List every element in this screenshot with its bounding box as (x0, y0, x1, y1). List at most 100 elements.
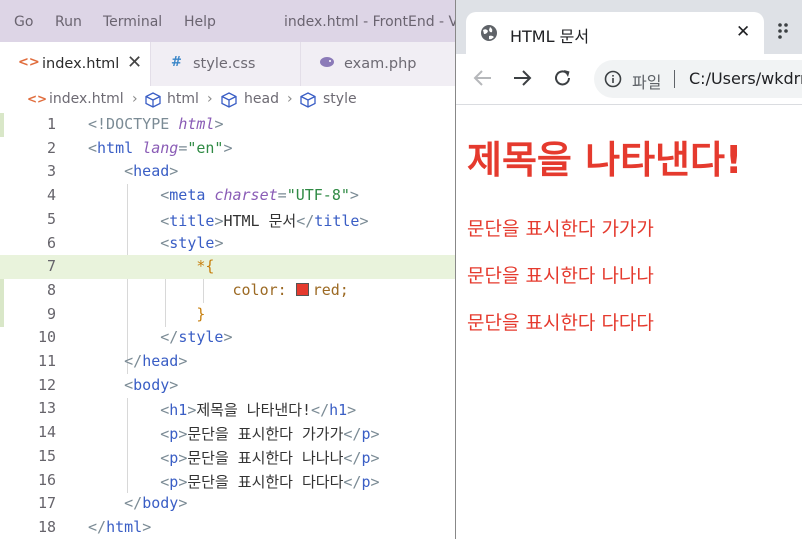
code-token: p (361, 448, 371, 467)
code-token: p (169, 425, 179, 444)
code-token: head (133, 162, 170, 181)
breadcrumb-item-style[interactable]: style (323, 91, 357, 107)
globe-icon (480, 24, 498, 46)
line-number: 2 (46, 138, 56, 157)
breadcrumb-item-head[interactable]: head (244, 91, 279, 107)
color-swatch[interactable] (295, 282, 309, 296)
tab-label: index.html (42, 56, 120, 72)
code-token: h1 (169, 401, 188, 420)
code-token: 문단을 표시한다 가가가 (187, 425, 344, 444)
menu-terminal[interactable]: Terminal (103, 14, 162, 30)
code-token: body (142, 494, 179, 513)
code-token: style (169, 233, 215, 252)
code-line: 14 <p>문단을 표시한다 가가가</p> (0, 421, 455, 445)
code-token: html (178, 115, 215, 133)
page-heading: 제목을 나타낸다! (467, 138, 743, 182)
code-token: style (178, 328, 224, 347)
line-number: 9 (46, 304, 56, 323)
css-file-icon: # (171, 55, 182, 70)
browser-tab[interactable]: HTML 문서 ✕ (466, 12, 764, 54)
code-token: p (361, 425, 371, 444)
menu-go[interactable]: Go (14, 14, 33, 30)
line-number: 14 (37, 423, 56, 442)
address-divider (674, 70, 675, 88)
code-line: 15 <p>문단을 표시한다 나나나</p> (0, 445, 455, 469)
address-bar[interactable]: 파일 C:/Users/wkdrr (594, 60, 802, 98)
browser-toolbar: 파일 C:/Users/wkdrr (456, 54, 802, 105)
code-line: 17 </body> (0, 492, 455, 516)
breadcrumb-item-file[interactable]: index.html (49, 91, 124, 107)
html-file-icon: <> (18, 55, 40, 70)
line-number: 11 (37, 352, 56, 370)
code-line: 2 <html lang="en"> (0, 137, 455, 161)
code-token: html (106, 517, 143, 536)
code-line: 16 <p>문단을 표시한다 다다다</p> (0, 469, 455, 493)
code-line: 9 } (0, 303, 455, 327)
code-token: html (97, 138, 134, 157)
code-line-current: 7 *{ (0, 255, 455, 279)
reload-icon[interactable] (553, 68, 573, 92)
menu-run[interactable]: Run (55, 14, 82, 30)
forward-arrow-icon[interactable] (512, 68, 532, 92)
browser-window: HTML 문서 ✕ 파일 C:/Users/wkdrr 제목을 나타낸다! 문단… (455, 0, 802, 539)
code-line: 10 </style> (0, 326, 455, 350)
code-area[interactable]: 1 <!DOCTYPE html> 2 <html lang="en"> 3 <he… (0, 113, 455, 539)
code-token: title (314, 211, 360, 230)
close-icon[interactable]: ✕ (127, 52, 142, 73)
menu-help[interactable]: Help (184, 14, 216, 30)
code-token: red; (312, 280, 349, 299)
code-token: 문단을 표시한다 다다다 (187, 472, 344, 491)
code-token: meta (169, 186, 206, 205)
breadcrumb-item-html[interactable]: html (167, 91, 199, 107)
code-token: p (169, 472, 179, 491)
tab-search-icon[interactable] (778, 22, 788, 44)
code-token: "en" (187, 138, 224, 157)
line-number: 1 (46, 115, 56, 133)
code-editor[interactable]: Go Run Terminal Help index.html - FrontE… (0, 0, 455, 539)
page-paragraph: 문단을 표시한다 다다다 (467, 312, 654, 334)
line-number: 7 (46, 257, 56, 276)
code-token: p (361, 472, 371, 491)
code-line: 3 <head> (0, 160, 455, 184)
menu-bar: Go Run Terminal Help index.html - FrontE… (0, 0, 455, 42)
tab-style-css[interactable]: # style.css (150, 42, 301, 86)
line-number: 8 (46, 280, 56, 299)
code-token: title (169, 211, 215, 230)
back-arrow-icon[interactable] (473, 68, 493, 92)
line-number: 16 (37, 470, 56, 489)
code-token: "UTF-8" (286, 186, 350, 205)
code-line: 13 <h1>제목을 나타낸다!</h1> (0, 397, 455, 421)
code-token: p (169, 448, 179, 467)
cube-icon (145, 92, 161, 112)
code-token: color: (232, 280, 287, 299)
browser-tab-title: HTML 문서 (510, 27, 590, 46)
code-line: 12 <body> (0, 374, 455, 398)
address-url[interactable]: C:/Users/wkdrr (689, 69, 802, 88)
tab-label: style.css (193, 56, 256, 72)
code-token: head (142, 352, 179, 370)
cube-icon (300, 92, 316, 112)
breadcrumb: <> index.html › html › head › style (0, 86, 455, 112)
line-number: 15 (37, 446, 56, 465)
info-icon[interactable] (604, 70, 622, 92)
code-token: HTML 문서 (223, 211, 297, 230)
address-scheme-label: 파일 (632, 73, 662, 92)
line-number: 12 (37, 375, 56, 394)
close-icon[interactable]: ✕ (736, 22, 750, 42)
tab-exam-php[interactable]: exam.php (300, 42, 455, 86)
cube-icon (221, 92, 237, 112)
page-paragraph: 문단을 표시한다 가가가 (467, 218, 654, 240)
html-file-icon: <> (27, 92, 48, 106)
php-file-icon (319, 56, 335, 72)
code-token: 문단을 표시한다 나나나 (187, 448, 344, 467)
tab-label: exam.php (344, 56, 417, 72)
code-line: 18 </html> (0, 516, 455, 539)
code-line: 11 </head> (0, 350, 455, 374)
code-token: body (133, 375, 170, 394)
tab-index-html[interactable]: <> index.html ✕ (0, 42, 150, 86)
code-line: 5 <title>HTML 문서</title> (0, 208, 455, 232)
browser-tab-strip: HTML 문서 ✕ (456, 0, 802, 54)
code-token: charset (214, 186, 278, 205)
line-number: 5 (46, 209, 56, 228)
code-token: <!DOCTYPE (88, 115, 170, 133)
